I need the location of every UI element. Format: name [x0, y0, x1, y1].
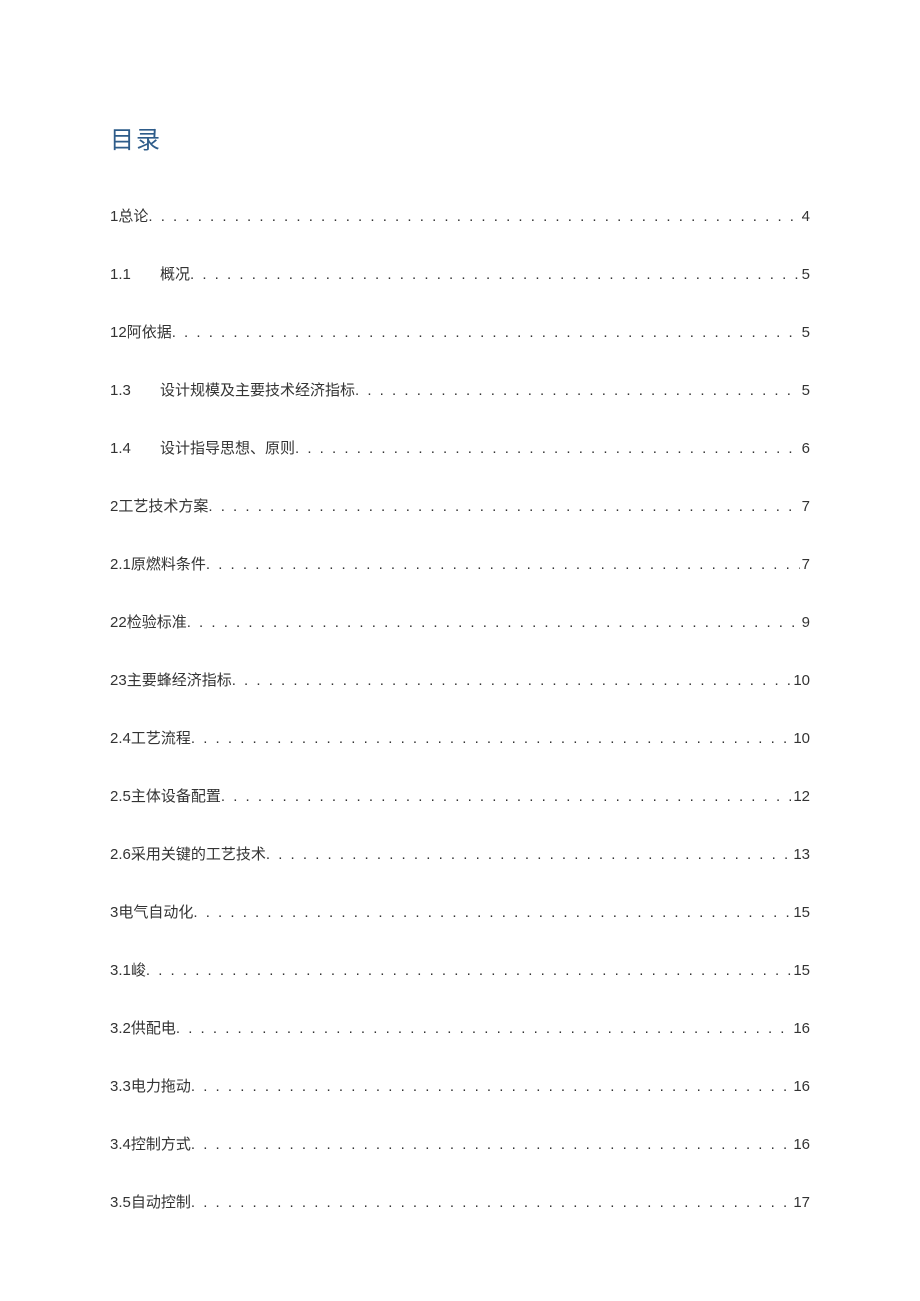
toc-entry-number: 3.5	[110, 1194, 131, 1211]
toc-entry: 1.1概况 5	[110, 263, 810, 284]
toc-entry: 3.1 峻 15	[110, 959, 810, 980]
toc-entry-number: 2.6	[110, 846, 131, 863]
toc-entry-number: 1.1	[110, 266, 160, 283]
toc-entry-text: 工艺技术方案	[118, 495, 208, 516]
toc-entry-number: 2	[110, 498, 118, 515]
toc-entry-text: 电力拖动	[131, 1075, 191, 1096]
toc-entry-text: 自动控制	[131, 1191, 191, 1212]
toc-entry-number: 23	[110, 672, 127, 689]
toc-entry-text: 峻	[131, 959, 146, 980]
toc-entry-leader	[172, 324, 800, 341]
toc-entry-leader	[191, 1194, 791, 1211]
toc-entry: 1.4设计指导思想、原则 6	[110, 437, 810, 458]
toc-entry-number: 1.3	[110, 382, 160, 399]
toc-entry: 22 检验标准 9	[110, 611, 810, 632]
toc-entry-page: 6	[800, 440, 810, 457]
toc-entry-number: 22	[110, 614, 127, 631]
toc-entry-leader	[208, 498, 799, 515]
toc-entry-page: 10	[791, 672, 810, 689]
toc-entry-page: 16	[791, 1078, 810, 1095]
toc-entry-number: 1.4	[110, 440, 160, 457]
toc-entry-leader	[266, 846, 791, 863]
toc-entry-number: 12	[110, 324, 127, 341]
toc-entry: 3.2 供配电 16	[110, 1017, 810, 1038]
toc-entry-page: 4	[800, 208, 810, 225]
toc-entry: 2 工艺技术方案 7	[110, 495, 810, 516]
toc-entry-number: 2.5	[110, 788, 131, 805]
toc-entry: 1.3设计规模及主要技术经济指标 5	[110, 379, 810, 400]
toc-entry: 3 电气自动化 15	[110, 901, 810, 922]
toc-list: 1 总论 4 1.1概况 5 12 阿依据 5 1.3设计规模及主要技术经济指标 5 1.4设计…	[110, 205, 810, 1212]
toc-entry-leader	[221, 788, 791, 805]
toc-entry-leader	[176, 1020, 791, 1037]
toc-entry-leader	[191, 1078, 791, 1095]
toc-entry-page: 5	[800, 382, 810, 399]
toc-entry: 2.6 采用关键的工艺技术 13	[110, 843, 810, 864]
toc-entry-number: 3.1	[110, 962, 131, 979]
toc-entry-page: 10	[791, 730, 810, 747]
toc-entry-number: 2.4	[110, 730, 131, 747]
toc-entry-page: 9	[800, 614, 810, 631]
toc-entry-text: 主体设备配置	[131, 785, 221, 806]
toc-entry-text: 总论	[118, 205, 148, 226]
toc-entry-number: 2.1	[110, 556, 131, 573]
toc-entry-text: 采用关键的工艺技术	[131, 843, 266, 864]
toc-entry-number: 3	[110, 904, 118, 921]
toc-entry-page: 15	[791, 962, 810, 979]
toc-entry-page: 16	[791, 1020, 810, 1037]
toc-title: 目录	[110, 120, 810, 155]
toc-entry-text: 原燃料条件	[131, 553, 206, 574]
toc-entry: 1 总论 4	[110, 205, 810, 226]
toc-entry-text: 概况	[160, 263, 190, 284]
toc-entry-leader	[148, 208, 799, 225]
toc-entry-page: 5	[800, 266, 810, 283]
toc-entry-leader	[191, 730, 791, 747]
toc-entry-page: 5	[800, 324, 810, 341]
toc-entry-leader	[190, 266, 800, 283]
toc-entry-text: 设计指导思想、原则	[160, 437, 295, 458]
toc-entry-number: 3.2	[110, 1020, 131, 1037]
toc-entry: 3.3 电力拖动 16	[110, 1075, 810, 1096]
toc-entry-leader	[193, 904, 791, 921]
toc-entry-number: 3.3	[110, 1078, 131, 1095]
toc-entry-leader	[191, 1136, 791, 1153]
toc-entry-page: 16	[791, 1136, 810, 1153]
toc-entry-text: 阿依据	[127, 321, 172, 342]
toc-entry-page: 15	[791, 904, 810, 921]
toc-entry-leader	[295, 440, 800, 457]
toc-entry: 3.4 控制方式 16	[110, 1133, 810, 1154]
toc-entry-leader	[355, 382, 800, 399]
toc-entry: 12 阿依据 5	[110, 321, 810, 342]
toc-entry-text: 检验标准	[127, 611, 187, 632]
toc-entry-page: 12	[791, 788, 810, 805]
toc-entry-text: 控制方式	[131, 1133, 191, 1154]
toc-entry: 3.5 自动控制 17	[110, 1191, 810, 1212]
toc-entry-page: 7	[800, 556, 810, 573]
toc-entry-number: 3.4	[110, 1136, 131, 1153]
toc-entry: 2.5 主体设备配置 12	[110, 785, 810, 806]
toc-entry-text: 工艺流程	[131, 727, 191, 748]
toc-entry-page: 7	[800, 498, 810, 515]
toc-entry-text: 主要蜂经济指标	[127, 669, 232, 690]
toc-entry: 23 主要蜂经济指标 10	[110, 669, 810, 690]
toc-entry-page: 13	[791, 846, 810, 863]
toc-entry: 2.4 工艺流程 10	[110, 727, 810, 748]
toc-entry: 2.1 原燃料条件 7	[110, 553, 810, 574]
toc-entry-text: 供配电	[131, 1017, 176, 1038]
toc-entry-leader	[146, 962, 791, 979]
toc-entry-leader	[206, 556, 800, 573]
toc-entry-text: 设计规模及主要技术经济指标	[160, 379, 355, 400]
toc-entry-page: 17	[791, 1194, 810, 1211]
toc-entry-text: 电气自动化	[118, 901, 193, 922]
toc-entry-leader	[187, 614, 800, 631]
toc-entry-leader	[232, 672, 792, 689]
toc-entry-number: 1	[110, 208, 118, 225]
